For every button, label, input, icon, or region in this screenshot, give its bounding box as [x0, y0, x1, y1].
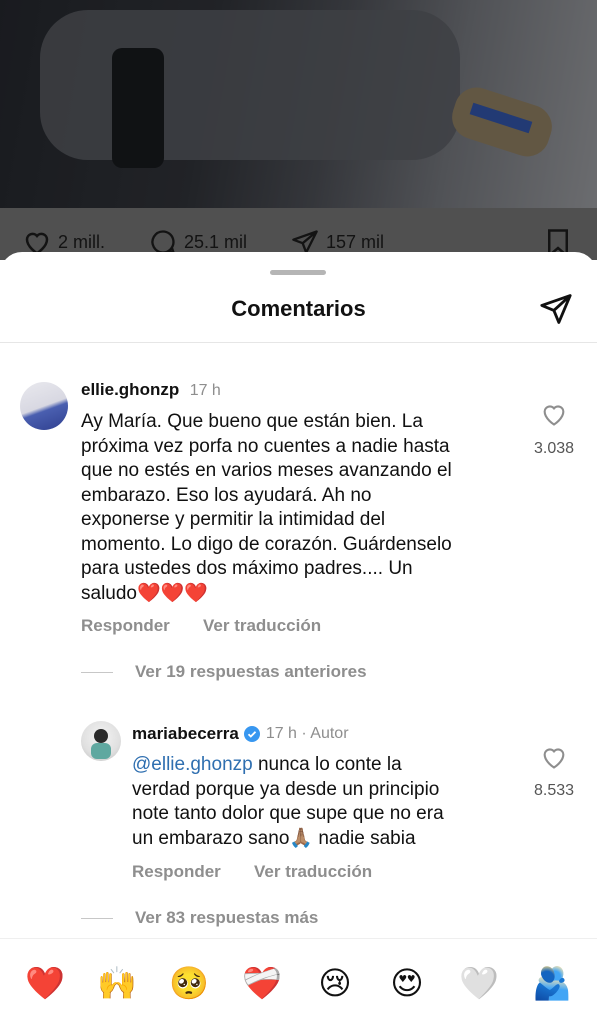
reply-line-rest: nunca lo conte la [257, 754, 402, 775]
avatar-head-shape [94, 729, 108, 743]
view-previous-replies-label: Ver 19 respuestas anteriores [135, 662, 367, 681]
avatar-mariabecerra[interactable] [81, 721, 121, 761]
avatar-ellie[interactable] [20, 382, 68, 430]
reply-translate-button[interactable]: Ver traducción [254, 862, 372, 882]
red-heart-emoji-icon[interactable]: ❤️ [23, 961, 67, 1005]
comment-line: próxima vez porfa no cuentes a nadie has… [81, 435, 450, 457]
comment-line: momento. Lo digo de corazón. Guárdenselo [81, 533, 452, 555]
comment-time: 17 h [189, 382, 221, 399]
comment-username[interactable]: ellie.ghonzp [81, 380, 179, 399]
reply-reply-button[interactable]: Responder [132, 862, 221, 882]
reply-header: mariabecerra 17 h · Autor [132, 724, 349, 744]
thread-line [81, 917, 113, 919]
reply-text: @ellie.ghonzp nunca lo conte la verdad p… [132, 753, 444, 851]
reply-button[interactable]: Responder [81, 616, 170, 636]
avatar-body-shape [91, 743, 111, 759]
comment-like-heart-icon[interactable] [540, 401, 568, 427]
reply-username[interactable]: mariabecerra [132, 724, 239, 744]
view-previous-replies[interactable]: Ver 19 respuestas anteriores [81, 662, 367, 682]
view-more-replies[interactable]: Ver 83 respuestas más [81, 908, 318, 928]
heart-eyes-emoji-icon[interactable]: 😍 [385, 961, 429, 1005]
sheet-divider [0, 342, 597, 343]
people-hugging-emoji-icon[interactable]: 🫂 [530, 961, 574, 1005]
comment-line: que no estés en varios meses avanzando e… [81, 460, 452, 481]
reaction-bar: ❤️ 🙌 🥺 ❤️‍🩹 😢 😍 🤍 🫂 [0, 938, 597, 1025]
comment-like-count: 3.038 [533, 440, 575, 457]
pleading-face-emoji-icon[interactable]: 🥺 [167, 961, 211, 1005]
view-more-replies-label: Ver 83 respuestas más [135, 908, 319, 927]
comment-line: exponerse y permitir la intimidad del [81, 509, 386, 530]
white-heart-emoji-icon[interactable]: 🤍 [457, 961, 501, 1005]
reply-like-heart-icon[interactable] [540, 744, 568, 770]
drag-handle[interactable] [270, 270, 326, 275]
sheet-title: Comentarios [231, 296, 366, 321]
mending-heart-emoji-icon[interactable]: ❤️‍🩹 [240, 961, 284, 1005]
comment-line: para ustedes dos máximo padres.... Un [81, 558, 413, 579]
reply-line: @ellie.ghonzp nunca lo conte la [132, 753, 444, 778]
reply-line: un embarazo sano🙏🏽 nadie sabia [132, 827, 416, 849]
comment-text: Ay María. Que bueno que están bien. La p… [81, 410, 452, 606]
reply-line: note tanto dolor que supe que no era [132, 803, 444, 824]
raising-hands-emoji-icon[interactable]: 🙌 [95, 961, 139, 1005]
translate-button[interactable]: Ver traducción [203, 616, 321, 636]
reply-like-count: 8.533 [533, 782, 575, 799]
comment-line: Ay María. Que bueno que están bien. La [81, 411, 423, 432]
comment-line: saludo❤️❤️❤️ [81, 582, 208, 604]
thread-line [81, 671, 113, 673]
reply-time: 17 h · Autor [265, 725, 349, 742]
reply-line: verdad porque ya desde un principio [132, 778, 440, 800]
verified-badge-icon [243, 726, 260, 742]
background-dim-overlay [0, 0, 597, 260]
crying-face-emoji-icon[interactable]: 😢 [313, 961, 357, 1005]
comment-line: embarazo. Eso los ayudará. Ah no [81, 484, 372, 506]
mention-link[interactable]: @ellie.ghonzp [132, 754, 253, 775]
share-paper-plane-icon[interactable] [539, 292, 573, 326]
comment-header: ellie.ghonzp 17 h [81, 380, 221, 400]
